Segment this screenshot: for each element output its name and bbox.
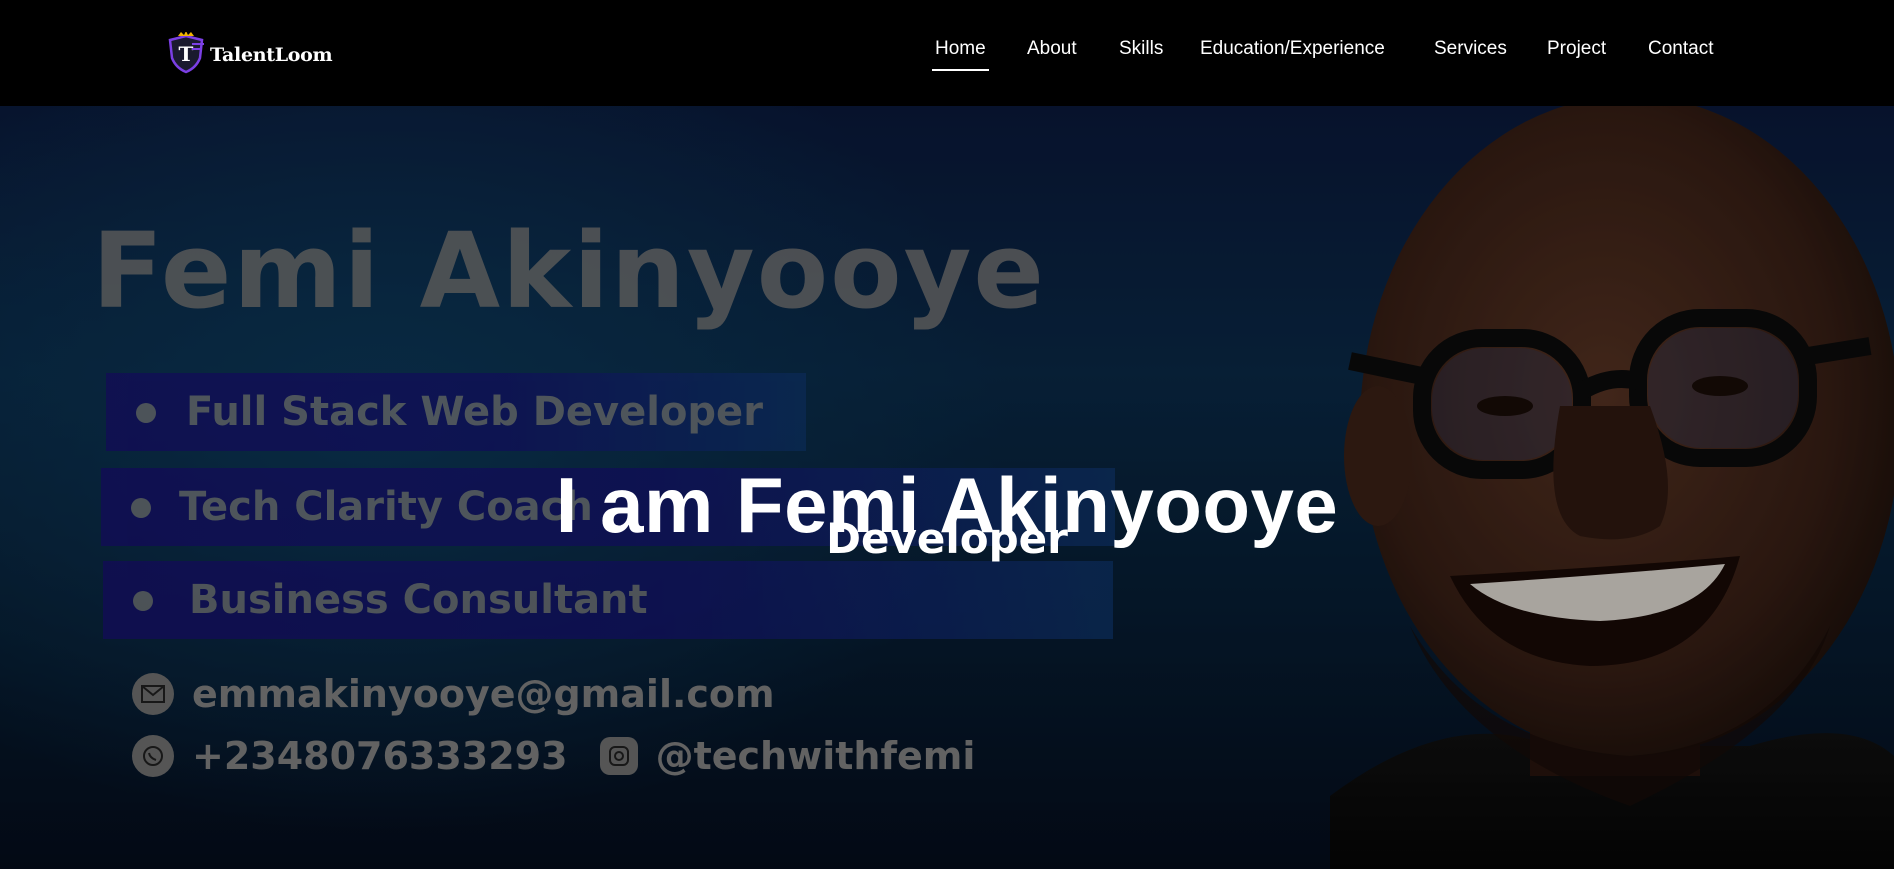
instagram-icon: [599, 737, 638, 775]
role-bar-1: Full Stack Web Developer: [106, 373, 806, 451]
main-nav: Home About Skills Education/Experience S…: [0, 38, 1894, 71]
bg-email-row: emmakinyooye@gmail.com: [132, 672, 775, 716]
bg-phone-row: +2348076333293 @techwithfemi: [132, 734, 975, 778]
bg-email-text: emmakinyooye@gmail.com: [192, 672, 775, 716]
role-text-1: Full Stack Web Developer: [186, 389, 763, 435]
nav-contact[interactable]: Contact: [1648, 38, 1713, 60]
nav-services[interactable]: Services: [1434, 38, 1507, 60]
nav-skills[interactable]: Skills: [1119, 38, 1163, 60]
bg-phone-text: +2348076333293: [192, 734, 568, 778]
whatsapp-icon: [132, 735, 174, 777]
nav-project[interactable]: Project: [1547, 38, 1606, 60]
bullet-icon: [133, 591, 153, 611]
nav-education-experience[interactable]: Education/Experience: [1200, 38, 1385, 60]
mail-icon: [132, 673, 174, 715]
role-text-3: Business Consultant: [189, 577, 648, 623]
bullet-icon: [136, 403, 156, 423]
hero-section: Femi Akinyooye Full Stack Web Developer …: [0, 106, 1894, 869]
nav-home[interactable]: Home: [932, 38, 989, 71]
role-bar-3: Business Consultant: [103, 561, 1113, 639]
nav-about[interactable]: About: [1027, 38, 1077, 60]
bg-instagram-text: @techwithfemi: [655, 734, 976, 778]
hero-subheadline: Developer: [826, 514, 1068, 563]
hero-bg-name: Femi Akinyooye: [92, 210, 1046, 332]
navbar: T TalentLoom Home About Skills Education…: [0, 0, 1894, 106]
